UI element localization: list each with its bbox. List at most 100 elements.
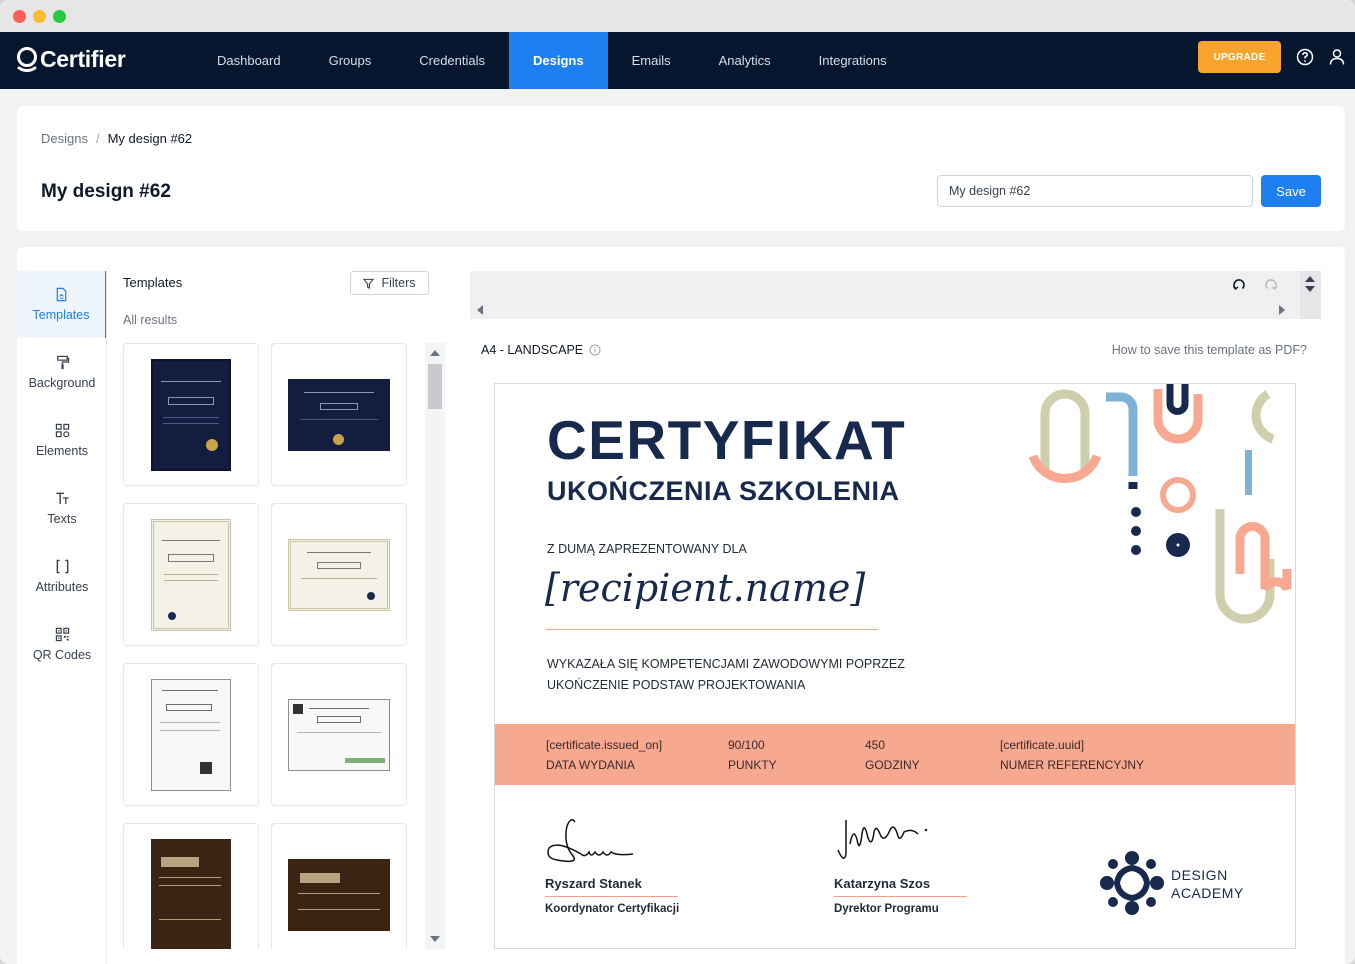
sidebar-item-texts[interactable]: Texts xyxy=(17,475,107,542)
band-value: 90/100 xyxy=(728,738,765,752)
toolbar-scroll-up-icon[interactable] xyxy=(1305,276,1315,282)
file-icon xyxy=(56,287,66,302)
template-thumbnail xyxy=(151,359,231,471)
maximize-window-button[interactable] xyxy=(53,10,66,23)
template-thumbnail xyxy=(151,839,231,949)
band-label: GODZINY xyxy=(865,758,920,772)
academy-name: DESIGN ACADEMY xyxy=(1171,866,1244,902)
save-button[interactable]: Save xyxy=(1261,175,1321,207)
brackets-icon xyxy=(56,559,68,574)
template-card[interactable] xyxy=(123,343,259,486)
decorative-shapes xyxy=(1028,384,1292,624)
upgrade-button[interactable]: UPGRADE xyxy=(1198,41,1281,73)
template-card[interactable] xyxy=(271,503,407,646)
redo-icon[interactable] xyxy=(1264,278,1278,292)
design-academy-logo[interactable]: DESIGN ACADEMY xyxy=(1099,848,1279,918)
sidebar-item-templates[interactable]: Templates xyxy=(17,271,107,338)
nav-item-groups[interactable]: Groups xyxy=(305,32,396,89)
brand-logo[interactable]: Certifier xyxy=(16,44,126,74)
elements-icon xyxy=(55,423,69,438)
certificate-description[interactable]: WYKAZAŁA SIĘ KOMPETENCJAMI ZAWODOWYMI PO… xyxy=(547,654,905,696)
sidebar-item-background[interactable]: Background xyxy=(17,339,107,406)
certificate-presented-to[interactable]: Z DUMĄ ZAPREZENTOWANY DLA xyxy=(547,542,747,556)
close-window-button[interactable] xyxy=(13,10,26,23)
sidebar-item-label: Background xyxy=(28,376,96,390)
user-icon[interactable] xyxy=(1328,48,1346,66)
toolbar-scroll-down-icon[interactable] xyxy=(1305,286,1315,292)
design-header-card: Designs / My design #62 My design #62 Sa… xyxy=(17,106,1345,231)
template-card[interactable] xyxy=(271,343,407,486)
description-line-1: WYKAZAŁA SIĘ KOMPETENCJAMI ZAWODOWYMI PO… xyxy=(547,657,905,671)
band-issued-on[interactable]: [certificate.issued_on] DATA WYDANIA xyxy=(546,735,662,775)
band-value: 450 xyxy=(865,738,886,752)
band-points[interactable]: 90/100 PUNKTY xyxy=(728,735,777,775)
help-icon[interactable] xyxy=(1296,48,1314,66)
template-card[interactable] xyxy=(123,663,259,806)
nav-item-credentials[interactable]: Credentials xyxy=(395,32,509,89)
templates-panel: Templates Filters All results xyxy=(107,271,447,964)
template-card[interactable] xyxy=(123,503,259,646)
band-hours[interactable]: 450 GODZINY xyxy=(865,735,920,775)
sidebar-item-label: Elements xyxy=(35,444,89,458)
sidebar-item-qr-codes[interactable]: QR Codes xyxy=(17,611,107,678)
certificate-recipient-name[interactable]: [recipient.name] xyxy=(545,566,865,610)
toolbar-vertical-scrollbar[interactable] xyxy=(1300,271,1321,319)
academy-name-line-1: DESIGN xyxy=(1171,867,1228,883)
breadcrumb-current: My design #62 xyxy=(107,131,193,146)
nav-item-dashboard[interactable]: Dashboard xyxy=(193,32,305,89)
template-card[interactable] xyxy=(123,823,259,949)
band-reference-number[interactable]: [certificate.uuid] NUMER REFERENCYJNY xyxy=(1000,735,1144,775)
template-card[interactable] xyxy=(271,823,407,949)
main-nav: Dashboard Groups Credentials Designs Ema… xyxy=(193,32,911,89)
save-as-pdf-help-link[interactable]: How to save this template as PDF? xyxy=(1112,343,1307,357)
description-line-2: UKOŃCZENIE PODSTAW PROJEKTOWANIA xyxy=(547,678,806,692)
page-title: My design #62 xyxy=(41,181,171,202)
template-thumbnail xyxy=(288,859,390,931)
info-icon[interactable] xyxy=(589,344,601,356)
paper-size-label: A4 - LANDSCAPE xyxy=(481,343,584,357)
band-label: PUNKTY xyxy=(728,758,777,772)
minimize-window-button[interactable] xyxy=(33,10,46,23)
scroll-up-arrow-icon[interactable] xyxy=(430,350,440,356)
nav-item-analytics[interactable]: Analytics xyxy=(695,32,795,89)
scrollbar-thumb[interactable] xyxy=(428,364,442,409)
breadcrumb-designs-link[interactable]: Designs xyxy=(41,131,88,146)
template-card[interactable] xyxy=(271,663,407,806)
certifier-logo-icon xyxy=(17,47,37,72)
signature-block-1[interactable]: Ryszard Stanek Koordynator Certyfikacji xyxy=(545,814,695,915)
templates-scrollbar[interactable] xyxy=(425,343,445,949)
nav-item-integrations[interactable]: Integrations xyxy=(795,32,911,89)
handwritten-signature-2 xyxy=(837,820,928,859)
undo-icon[interactable] xyxy=(1232,278,1246,292)
paint-roller-icon xyxy=(56,355,69,370)
window-titlebar xyxy=(0,0,1355,32)
filters-button[interactable]: Filters xyxy=(350,271,429,295)
scroll-right-arrow-icon[interactable] xyxy=(1279,305,1285,315)
certificate-subtitle[interactable]: UKOŃCZENIA SZKOLENIA xyxy=(547,476,900,507)
signature-role: Koordynator Certyfikacji xyxy=(545,903,680,915)
band-label: NUMER REFERENCYJNY xyxy=(1000,758,1145,772)
templates-title: Templates xyxy=(123,275,183,290)
certificate-canvas[interactable]: CERTYFIKAT UKOŃCZENIA SZKOLENIA Z DUMĄ Z… xyxy=(494,383,1296,949)
nav-item-designs[interactable]: Designs xyxy=(509,32,608,89)
all-results-label: All results xyxy=(123,313,178,327)
qr-code-icon xyxy=(55,627,69,642)
signature-line xyxy=(545,896,678,897)
signature-block-2[interactable]: Katarzyna Szos Dyrektor Programu xyxy=(834,814,984,915)
certificate-title[interactable]: CERTYFIKAT xyxy=(547,408,906,472)
scroll-left-arrow-icon[interactable] xyxy=(477,305,483,315)
handwritten-signature-1 xyxy=(547,819,634,863)
preview-header: A4 - LANDSCAPE How to save this template… xyxy=(481,343,1307,363)
sidebar-item-attributes[interactable]: Attributes xyxy=(17,543,107,610)
template-thumbnail xyxy=(151,519,231,631)
app-window: Certifier Dashboard Groups Credentials D… xyxy=(0,0,1355,964)
nav-item-emails[interactable]: Emails xyxy=(608,32,695,89)
band-label: DATA WYDANIA xyxy=(546,758,635,772)
design-name-input[interactable] xyxy=(937,175,1253,207)
template-thumbnail xyxy=(288,539,390,611)
band-value: [certificate.uuid] xyxy=(1000,738,1085,752)
sidebar-item-elements[interactable]: Elements xyxy=(17,407,107,474)
toolbar-horizontal-scrollbar[interactable] xyxy=(470,300,1291,319)
scroll-down-arrow-icon[interactable] xyxy=(430,936,440,942)
signature-name: Katarzyna Szos xyxy=(834,876,931,891)
